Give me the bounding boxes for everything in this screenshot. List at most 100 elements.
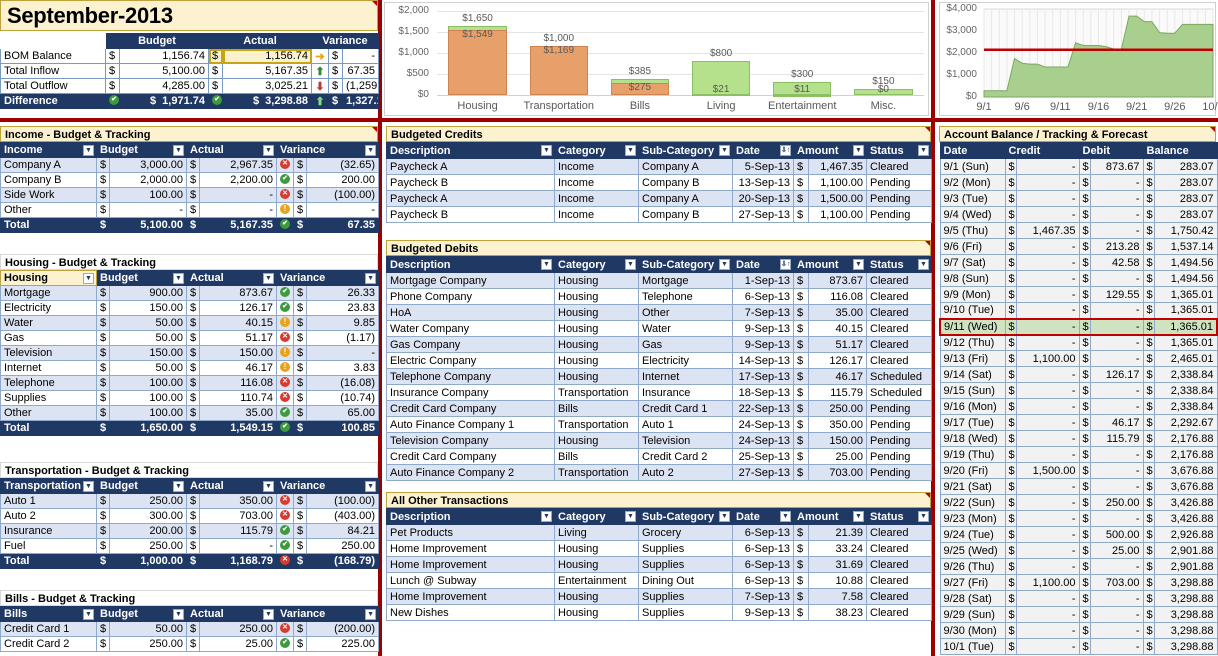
filter-dropdown-icon[interactable]: ▼ bbox=[853, 511, 865, 522]
column-header-status[interactable]: Status ▼ bbox=[866, 508, 933, 525]
column-header-date[interactable]: Date ⇩↑ bbox=[732, 142, 794, 159]
filter-dropdown-icon[interactable]: ▼ bbox=[541, 259, 552, 270]
filter-dropdown-icon[interactable]: ▼ bbox=[541, 145, 552, 156]
currency-symbol: $ bbox=[1004, 542, 1017, 559]
filter-dropdown-icon[interactable]: ▼ bbox=[83, 481, 94, 492]
balance-credit: - bbox=[1015, 590, 1080, 607]
column-header-description[interactable]: Description ▼ bbox=[386, 508, 555, 525]
column-header-budget[interactable]: Budget ▼ bbox=[95, 270, 188, 286]
summary-budget-value: 4,285.00 bbox=[118, 78, 210, 94]
column-header-variance[interactable]: Variance ▼ bbox=[276, 478, 380, 494]
column-header-budget[interactable]: Budget ▼ bbox=[95, 606, 188, 622]
filter-dropdown-icon[interactable]: ▼ bbox=[719, 511, 730, 522]
filter-dropdown-icon[interactable]: ▼ bbox=[918, 145, 930, 156]
filter-dropdown-icon[interactable]: ▼ bbox=[263, 145, 275, 156]
currency-symbol: $ bbox=[328, 93, 344, 109]
column-header-credit[interactable]: Credit bbox=[1004, 142, 1080, 159]
table-row: Internet$50.00$46.17$3.83 bbox=[0, 360, 380, 376]
filter-dropdown-icon[interactable]: ▼ bbox=[625, 259, 636, 270]
column-header-status[interactable]: Status ▼ bbox=[866, 256, 933, 273]
filter-dropdown-icon[interactable]: ▼ bbox=[83, 609, 94, 620]
table-row: 9/26 (Thu) $ - $ - $2,901.88 bbox=[939, 558, 1218, 575]
table-row: Auto 2$300.00$703.00$(403.00) bbox=[0, 508, 380, 524]
column-header-category[interactable]: Transportation ▼ bbox=[0, 478, 97, 494]
balance-header-row: Date Credit Debit Balance bbox=[939, 142, 1218, 159]
filter-dropdown-icon[interactable]: ▼ bbox=[263, 273, 275, 284]
filter-dropdown-icon[interactable]: ▼ bbox=[173, 273, 185, 284]
filter-dropdown-icon[interactable]: ▼ bbox=[625, 511, 636, 522]
column-header-category[interactable]: Category ▼ bbox=[554, 142, 639, 159]
filter-dropdown-icon[interactable]: ▼ bbox=[365, 609, 377, 620]
column-header-amount[interactable]: Amount ▼ bbox=[792, 142, 868, 159]
table-row: Water$50.00$40.15$9.85 bbox=[0, 315, 380, 331]
column-header-status[interactable]: Status ▼ bbox=[866, 142, 933, 159]
column-header-category[interactable]: Bills ▼ bbox=[0, 606, 97, 622]
chart-budget-label: $300 bbox=[791, 69, 814, 81]
row-label: Side Work bbox=[0, 187, 97, 203]
filter-dropdown-icon[interactable]: ▼ bbox=[173, 145, 185, 156]
column-header-date[interactable]: Date ⇩↑ bbox=[732, 256, 794, 273]
filter-dropdown-icon[interactable]: ▼ bbox=[173, 609, 185, 620]
balance-credit: - bbox=[1015, 238, 1080, 255]
filter-dropdown-icon[interactable]: ▼ bbox=[918, 511, 930, 522]
column-header-budget[interactable]: Budget ▼ bbox=[95, 478, 188, 494]
transaction-status: Pending bbox=[866, 206, 933, 223]
filter-dropdown-icon[interactable]: ▼ bbox=[173, 481, 185, 492]
column-header-variance[interactable]: Variance ▼ bbox=[276, 270, 380, 286]
filter-dropdown-icon[interactable]: ▼ bbox=[83, 273, 94, 284]
transaction-amount: 1,500.00 bbox=[807, 190, 868, 207]
column-header-debit[interactable]: Debit bbox=[1078, 142, 1144, 159]
table-row: Paycheck B Income Company B 27-Sep-13 $1,100… bbox=[386, 206, 933, 223]
column-header-amount[interactable]: Amount ▼ bbox=[792, 256, 868, 273]
column-header-description[interactable]: Description ▼ bbox=[386, 256, 555, 273]
filter-dropdown-icon[interactable]: ▼ bbox=[541, 511, 552, 522]
table-row: 9/1 (Sun) $ - $873.67 $283.07 bbox=[939, 158, 1218, 175]
column-header-actual[interactable]: Actual ▼ bbox=[186, 270, 278, 286]
balance-debit: 703.00 bbox=[1089, 574, 1144, 591]
currency-symbol: $ bbox=[1004, 494, 1017, 511]
column-header-actual[interactable]: Actual ▼ bbox=[186, 478, 278, 494]
column-header-budget[interactable]: Budget ▼ bbox=[95, 142, 188, 158]
column-header-subcategory[interactable]: Sub-Category ▼ bbox=[638, 142, 733, 159]
column-header-actual[interactable]: Actual ▼ bbox=[186, 142, 278, 158]
column-header-category[interactable]: Housing ▼ bbox=[0, 270, 97, 286]
column-header-category[interactable]: Category ▼ bbox=[554, 508, 639, 525]
column-header-date[interactable]: Date ▼ bbox=[732, 508, 794, 525]
budget-value: 50.00 bbox=[108, 360, 188, 376]
transaction-subcategory: Company B bbox=[638, 174, 733, 191]
filter-dropdown-icon[interactable]: ▼ bbox=[719, 259, 730, 270]
table-row: Electric Company Housing Electricity 14-Sep… bbox=[386, 352, 933, 369]
column-header-amount[interactable]: Amount ▼ bbox=[792, 508, 868, 525]
column-header-balance[interactable]: Balance bbox=[1142, 142, 1218, 159]
sort-ascending-icon[interactable]: ⇩↑ bbox=[780, 259, 791, 270]
table-row: Auto Finance Company 2 Transportation Auto… bbox=[386, 464, 933, 481]
column-header-variance[interactable]: Variance ▼ bbox=[276, 606, 380, 622]
column-header-date[interactable]: Date bbox=[939, 142, 1006, 159]
filter-dropdown-icon[interactable]: ▼ bbox=[918, 259, 930, 270]
filter-dropdown-icon[interactable]: ▼ bbox=[719, 145, 730, 156]
column-header-variance[interactable]: Variance ▼ bbox=[276, 142, 380, 158]
column-header-subcategory[interactable]: Sub-Category ▼ bbox=[638, 508, 733, 525]
filter-dropdown-icon[interactable]: ▼ bbox=[365, 481, 377, 492]
filter-dropdown-icon[interactable]: ▼ bbox=[625, 145, 636, 156]
filter-dropdown-icon[interactable]: ▼ bbox=[365, 273, 377, 284]
filter-dropdown-icon[interactable]: ▼ bbox=[853, 145, 865, 156]
filter-dropdown-icon[interactable]: ▼ bbox=[83, 145, 94, 156]
filter-dropdown-icon[interactable]: ▼ bbox=[263, 481, 275, 492]
filter-dropdown-icon[interactable]: ▼ bbox=[853, 259, 865, 270]
column-header-category[interactable]: Category ▼ bbox=[554, 256, 639, 273]
column-header-description[interactable]: Description ▼ bbox=[386, 142, 555, 159]
actual-value: 46.17 bbox=[199, 360, 278, 376]
filter-dropdown-icon[interactable]: ▼ bbox=[780, 511, 791, 522]
transaction-amount: 1,100.00 bbox=[807, 174, 868, 191]
filter-dropdown-icon[interactable]: ▼ bbox=[365, 145, 377, 156]
column-header-subcategory[interactable]: Sub-Category ▼ bbox=[638, 256, 733, 273]
column-header-category[interactable]: Income ▼ bbox=[0, 142, 97, 158]
column-header-actual[interactable]: Actual ▼ bbox=[186, 606, 278, 622]
summary-row: Total Outflow$4,285.00$3,025.21⬇$(1,259.… bbox=[0, 78, 380, 94]
summary-variance-value: - bbox=[342, 48, 380, 64]
filter-dropdown-icon[interactable]: ▼ bbox=[263, 609, 275, 620]
sort-ascending-icon[interactable]: ⇩↑ bbox=[780, 145, 791, 156]
table-row: Credit Card Company Bills Credit Card 2 25-… bbox=[386, 448, 933, 465]
currency-symbol: $ bbox=[1142, 334, 1155, 351]
